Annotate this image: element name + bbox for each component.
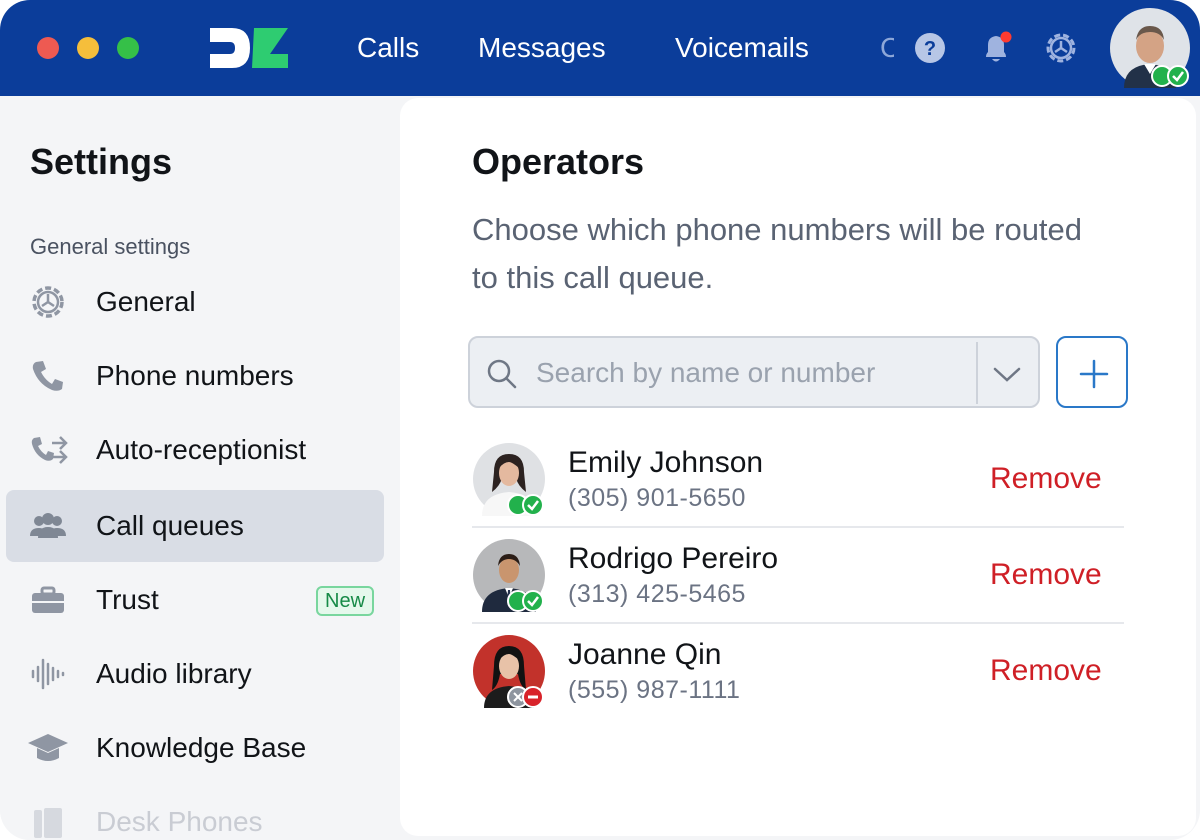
add-operator-button[interactable] bbox=[1056, 336, 1128, 408]
available-status-icon bbox=[507, 590, 544, 612]
sidebar-item-audio-library[interactable]: Audio library bbox=[6, 638, 384, 710]
remove-operator-button[interactable]: Remove bbox=[990, 558, 1102, 592]
operator-avatar bbox=[472, 634, 546, 708]
operator-row: Emily Johnson (305) 901-5650 Remove bbox=[472, 432, 1124, 528]
app-logo[interactable] bbox=[208, 28, 290, 68]
remove-operator-button[interactable]: Remove bbox=[990, 654, 1102, 688]
sidebar-item-label: Phone numbers bbox=[96, 360, 294, 391]
top-bar: Calls Messages Voicemails C ? bbox=[0, 0, 1200, 96]
sidebar-item-label: Call queues bbox=[96, 510, 244, 541]
briefcase-icon bbox=[28, 582, 68, 618]
sidebar-item-label: General bbox=[96, 286, 196, 317]
window-close-button[interactable] bbox=[37, 37, 59, 59]
phone-icon bbox=[28, 358, 68, 394]
operator-avatar bbox=[472, 538, 546, 612]
operator-phone: (555) 987-1111 bbox=[568, 676, 741, 704]
nav-calls[interactable]: Calls bbox=[357, 30, 419, 66]
graduation-cap-icon bbox=[28, 730, 68, 766]
window-minimize-button[interactable] bbox=[77, 37, 99, 59]
sidebar-item-desk-phones[interactable]: Desk Phones bbox=[6, 786, 384, 840]
sidebar-item-general[interactable]: General bbox=[6, 266, 384, 338]
operators-panel: Operators Choose which phone numbers wil… bbox=[400, 98, 1196, 836]
operator-name: Emily Johnson bbox=[568, 446, 764, 479]
operator-phone: (305) 901-5650 bbox=[568, 484, 746, 512]
new-badge: New bbox=[316, 586, 375, 616]
nav-overflow-item[interactable]: C bbox=[880, 30, 894, 66]
bell-icon[interactable] bbox=[978, 30, 1014, 66]
desk-phone-icon bbox=[28, 804, 68, 840]
sidebar-item-call-queues[interactable]: Call queues bbox=[6, 490, 384, 562]
sidebar-item-label: Trust bbox=[96, 584, 159, 615]
sidebar-item-phone-numbers[interactable]: Phone numbers bbox=[6, 340, 384, 412]
gear-icon[interactable] bbox=[1043, 30, 1079, 66]
search-input[interactable] bbox=[536, 352, 966, 394]
sidebar-item-label: Auto-receptionist bbox=[96, 434, 307, 465]
help-icon[interactable]: ? bbox=[914, 32, 946, 64]
chevron-down-icon[interactable] bbox=[990, 360, 1024, 388]
nav-voicemails[interactable]: Voicemails bbox=[675, 30, 809, 66]
window-maximize-button[interactable] bbox=[117, 37, 139, 59]
operator-search-combobox[interactable] bbox=[468, 336, 1040, 408]
sidebar-section-label: General settings bbox=[30, 234, 191, 259]
operator-avatar bbox=[472, 442, 546, 516]
operator-phone: (313) 425-5465 bbox=[568, 580, 746, 608]
operator-name: Joanne Qin bbox=[568, 638, 722, 671]
operator-name: Rodrigo Pereiro bbox=[568, 542, 779, 575]
page-description: Choose which phone numbers will be route… bbox=[472, 212, 1083, 295]
sidebar-item-knowledge-base[interactable]: Knowledge Base bbox=[6, 712, 384, 784]
sidebar-title: Settings bbox=[30, 141, 173, 182]
sidebar-item-label: Desk Phones bbox=[96, 806, 263, 837]
sidebar-item-label: Knowledge Base bbox=[96, 732, 307, 763]
audio-waveform-icon bbox=[28, 656, 68, 692]
search-divider bbox=[976, 342, 978, 404]
user-avatar[interactable] bbox=[1110, 8, 1190, 88]
sidebar: Settings General settings General Phone … bbox=[0, 96, 400, 840]
sidebar-item-auto-receptionist[interactable]: Auto-receptionist bbox=[6, 414, 384, 486]
users-icon bbox=[28, 508, 68, 544]
nav-messages[interactable]: Messages bbox=[478, 30, 606, 66]
page-title: Operators bbox=[472, 141, 645, 182]
sidebar-item-label: Audio library bbox=[96, 658, 252, 689]
do-not-disturb-status-icon bbox=[507, 686, 544, 708]
search-icon bbox=[486, 358, 518, 390]
gear-icon bbox=[28, 284, 68, 320]
available-status-icon bbox=[507, 494, 544, 516]
app-window: Calls Messages Voicemails C ? Settings G… bbox=[0, 0, 1200, 840]
operator-row: Rodrigo Pereiro (313) 425-5465 Remove bbox=[472, 528, 1124, 624]
sidebar-item-trust[interactable]: Trust New bbox=[6, 564, 384, 636]
operator-row: Joanne Qin (555) 987-1111 Remove bbox=[472, 624, 1124, 720]
help-glyph: ? bbox=[924, 38, 936, 60]
plus-icon bbox=[1079, 359, 1109, 389]
auto-receptionist-icon bbox=[28, 432, 68, 468]
remove-operator-button[interactable]: Remove bbox=[990, 462, 1102, 496]
